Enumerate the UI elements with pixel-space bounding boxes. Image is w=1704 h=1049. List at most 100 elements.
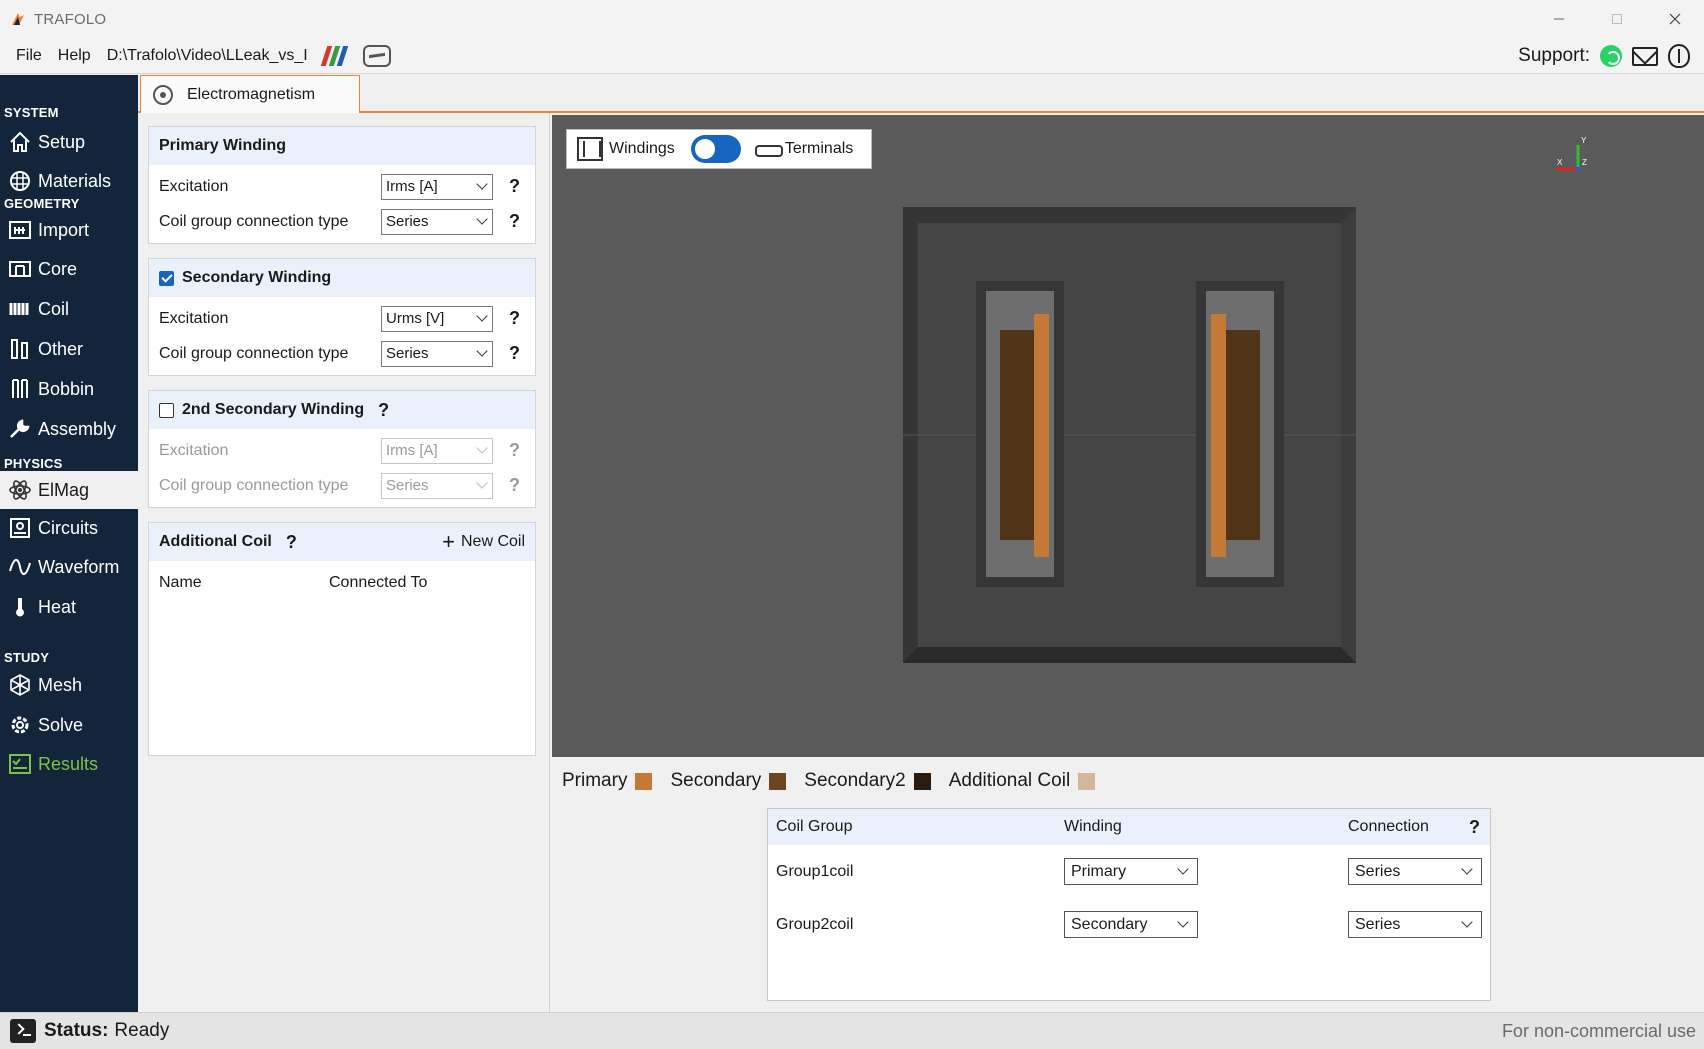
left-secondary-winding: [1000, 330, 1034, 540]
whatsapp-icon[interactable]: [1600, 45, 1622, 67]
secondary2-winding-checkbox[interactable]: [159, 402, 174, 418]
sidebar-item-label: Circuits: [38, 517, 99, 538]
secondary-excitation-select[interactable]: Urms [V]: [381, 305, 493, 332]
secondary-winding-header: Secondary Winding: [149, 259, 535, 297]
help-icon[interactable]: ?: [509, 308, 520, 329]
additional-coil-title: Additional Coil: [159, 533, 272, 550]
primary-winding-title: Primary Winding: [149, 127, 535, 165]
sidebar-item-label: Waveform: [38, 556, 120, 577]
terminals-label: Terminals: [784, 140, 854, 157]
new-coil-button[interactable]: + New Coil: [442, 531, 525, 553]
legend-item-secondary2: Secondary2: [804, 770, 931, 792]
help-icon[interactable]: ?: [1469, 817, 1480, 838]
secondary-winding-group: Secondary Winding Excitation Urms [V] ? …: [148, 258, 536, 376]
sidebar-item-elmag[interactable]: ElMag: [0, 471, 138, 509]
core-bottom-bevel: [903, 647, 1356, 663]
partner-logo-s-icon: [362, 44, 391, 67]
chevron-down-icon: [476, 344, 488, 357]
coil-group-name: Group1coil: [776, 862, 854, 880]
help-icon[interactable]: ?: [509, 211, 520, 232]
solve-gear-icon: [8, 713, 32, 737]
winding-select[interactable]: Secondary: [1064, 911, 1198, 938]
sidebar-item-bobbin[interactable]: Bobbin: [0, 370, 138, 408]
menu-help[interactable]: Help: [50, 47, 99, 65]
select-value: Series: [386, 213, 429, 230]
primary-winding-group: Primary Winding Excitation Irms [A] ? Co…: [148, 126, 536, 244]
legend-label: Secondary: [670, 770, 762, 791]
y-axis-label: Y: [1581, 136, 1587, 145]
sidebar-item-label: Import: [38, 219, 90, 240]
tab-electromagnetism[interactable]: Electromagnetism: [140, 75, 360, 113]
connection-type-label: Coil group connection type: [159, 344, 349, 362]
sidebar-item-waveform[interactable]: Waveform: [0, 548, 138, 586]
trafolo-logo-icon: [10, 11, 26, 27]
primary-excitation-select[interactable]: Irms [A]: [381, 173, 493, 200]
secondary2-winding-header: 2nd Secondary Winding ?: [149, 391, 535, 429]
help-icon[interactable]: ?: [509, 440, 520, 461]
chevron-down-icon: [476, 476, 488, 489]
wrench-icon: [8, 417, 32, 441]
column-connected-to: Connected To: [329, 573, 428, 591]
help-icon[interactable]: ?: [509, 343, 520, 364]
secondary2-connection-select[interactable]: Series: [381, 472, 493, 499]
3d-viewport[interactable]: Windings Terminals Y X Z: [552, 115, 1704, 757]
sidebar-item-mesh[interactable]: Mesh: [0, 666, 138, 704]
bug-report-icon[interactable]: [1668, 44, 1690, 68]
mail-icon[interactable]: [1632, 46, 1658, 66]
chevron-down-icon: [476, 212, 488, 225]
terminal-icon[interactable]: [10, 1019, 36, 1043]
winding-select[interactable]: Primary: [1064, 858, 1198, 885]
sidebar-item-other[interactable]: Other: [0, 330, 138, 368]
sidebar-item-setup[interactable]: Setup: [0, 123, 138, 161]
excitation-label: Excitation: [159, 177, 229, 195]
sidebar-item-import[interactable]: Import: [0, 211, 138, 249]
support-label: Support:: [1518, 45, 1590, 66]
help-icon[interactable]: ?: [509, 176, 520, 197]
menu-file[interactable]: File: [8, 47, 50, 65]
close-button[interactable]: [1646, 0, 1704, 38]
minimize-button[interactable]: [1530, 0, 1588, 38]
sidebar-item-label: Heat: [38, 596, 77, 617]
sidebar-item-solve[interactable]: Solve: [0, 706, 138, 744]
right-secondary-winding: [1226, 330, 1260, 540]
materials-grid-icon: [8, 169, 32, 193]
maximize-button[interactable]: [1588, 0, 1646, 38]
primary-connection-select[interactable]: Series: [381, 208, 493, 235]
left-primary-winding: [1034, 314, 1049, 557]
sidebar-item-heat[interactable]: Heat: [0, 588, 138, 626]
header-winding: Winding: [1064, 818, 1122, 835]
atom-icon: [8, 478, 32, 502]
additional-coil-header: Additional Coil ? + New Coil: [149, 523, 535, 561]
help-icon[interactable]: ?: [509, 475, 520, 496]
secondary-connection-select[interactable]: Series: [381, 340, 493, 367]
table-row: Group1coil Primary Series: [768, 845, 1490, 898]
plus-icon: +: [442, 529, 455, 554]
sidebar-item-circuits[interactable]: Circuits: [0, 509, 138, 547]
secondary-winding-checkbox[interactable]: [159, 270, 174, 286]
winding-settings-panel: Primary Winding Excitation Irms [A] ? Co…: [138, 113, 550, 1013]
chevron-down-icon: [1461, 863, 1473, 875]
help-icon[interactable]: ?: [286, 532, 297, 553]
select-value: Series: [386, 345, 429, 362]
terminals-icon: [754, 139, 783, 159]
secondary2-excitation-select[interactable]: Irms [A]: [381, 437, 493, 464]
app-title: TRAFOLO: [34, 10, 107, 28]
chevron-down-icon: [476, 441, 488, 454]
sidebar-item-label: Setup: [38, 131, 86, 152]
sidebar-item-results[interactable]: Results: [0, 745, 138, 783]
help-icon[interactable]: ?: [378, 400, 389, 421]
connection-select[interactable]: Series: [1348, 911, 1482, 938]
sidebar-item-assembly[interactable]: Assembly: [0, 410, 138, 448]
sidebar-item-core[interactable]: Core: [0, 250, 138, 288]
mesh-cube-icon: [8, 673, 32, 697]
legend-label: Additional Coil: [948, 770, 1071, 791]
status-bar: Status: Ready For non-commercial use: [0, 1012, 1704, 1049]
windings-label: Windings: [609, 140, 675, 157]
sidebar-item-label: Materials: [38, 170, 112, 191]
legend-item-additional-coil: Additional Coil: [948, 770, 1096, 792]
sidebar-item-coil[interactable]: Coil: [0, 290, 138, 328]
select-value: Secondary: [1071, 915, 1148, 933]
windings-terminals-toggle[interactable]: [690, 135, 741, 163]
other-parts-icon: [8, 337, 32, 361]
connection-select[interactable]: Series: [1348, 858, 1482, 885]
